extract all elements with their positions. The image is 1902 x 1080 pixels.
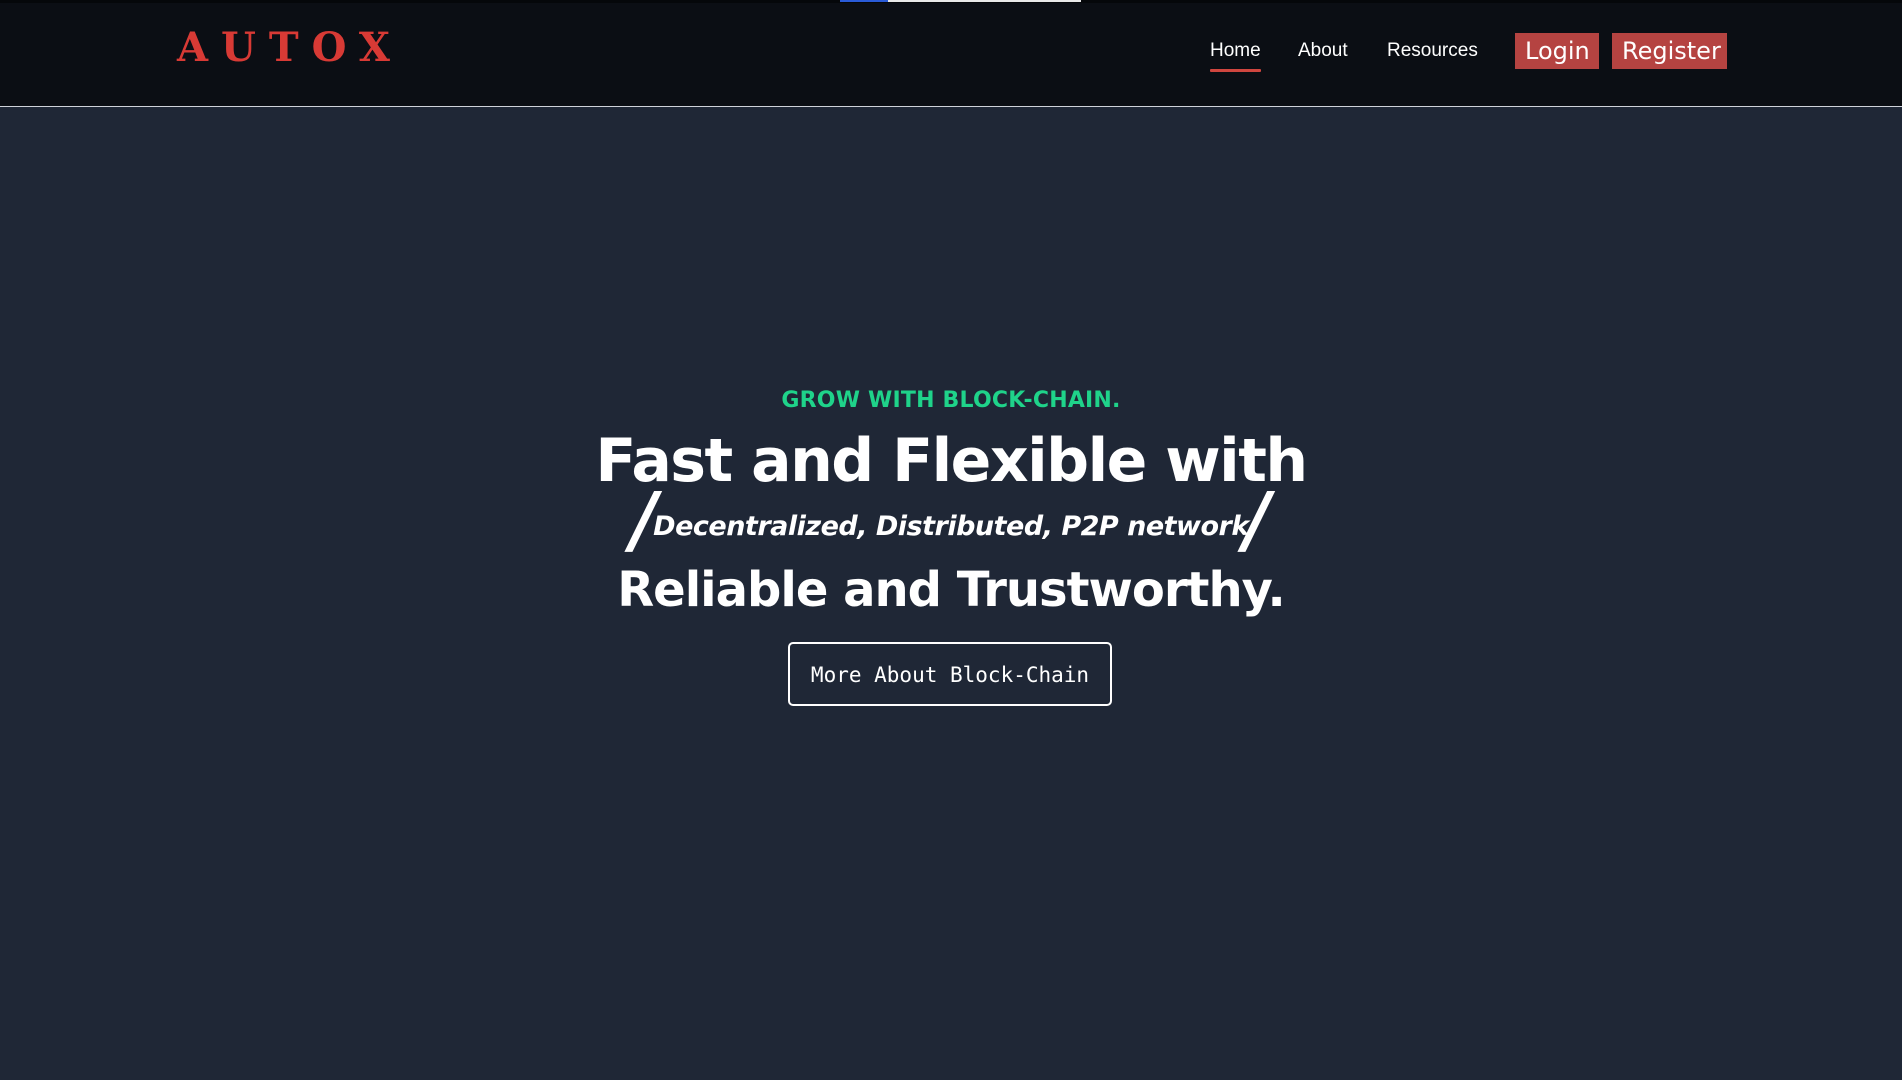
hero-eyebrow: GROW WITH BLOCK-CHAIN. <box>781 388 1121 413</box>
hero-typed-text: Decentralized, Distributed, P2P network <box>653 511 1249 542</box>
login-button[interactable]: Login <box>1515 33 1599 69</box>
nav-home-link[interactable]: Home <box>1210 37 1261 72</box>
site-header: AUTOX Home About Resources Login Registe… <box>0 3 1902 107</box>
page: AUTOX Home About Resources Login Registe… <box>0 0 1902 1080</box>
nav-resources-link[interactable]: Resources <box>1387 37 1478 65</box>
register-button[interactable]: Register <box>1612 33 1727 69</box>
brand-logo[interactable]: AUTOX <box>177 23 403 73</box>
hero-subheadline: Reliable and Trustworthy. <box>617 562 1286 618</box>
nav-about-link[interactable]: About <box>1298 37 1348 65</box>
strip-white-segment <box>888 0 1081 2</box>
strip-blue-segment <box>840 0 888 2</box>
more-about-blockchain-button[interactable]: More About Block-Chain <box>788 642 1112 706</box>
hero-typed-line: / Decentralized, Distributed, P2P networ… <box>0 477 1902 563</box>
hero-section: GROW WITH BLOCK-CHAIN. Fast and Flexible… <box>0 107 1902 1080</box>
